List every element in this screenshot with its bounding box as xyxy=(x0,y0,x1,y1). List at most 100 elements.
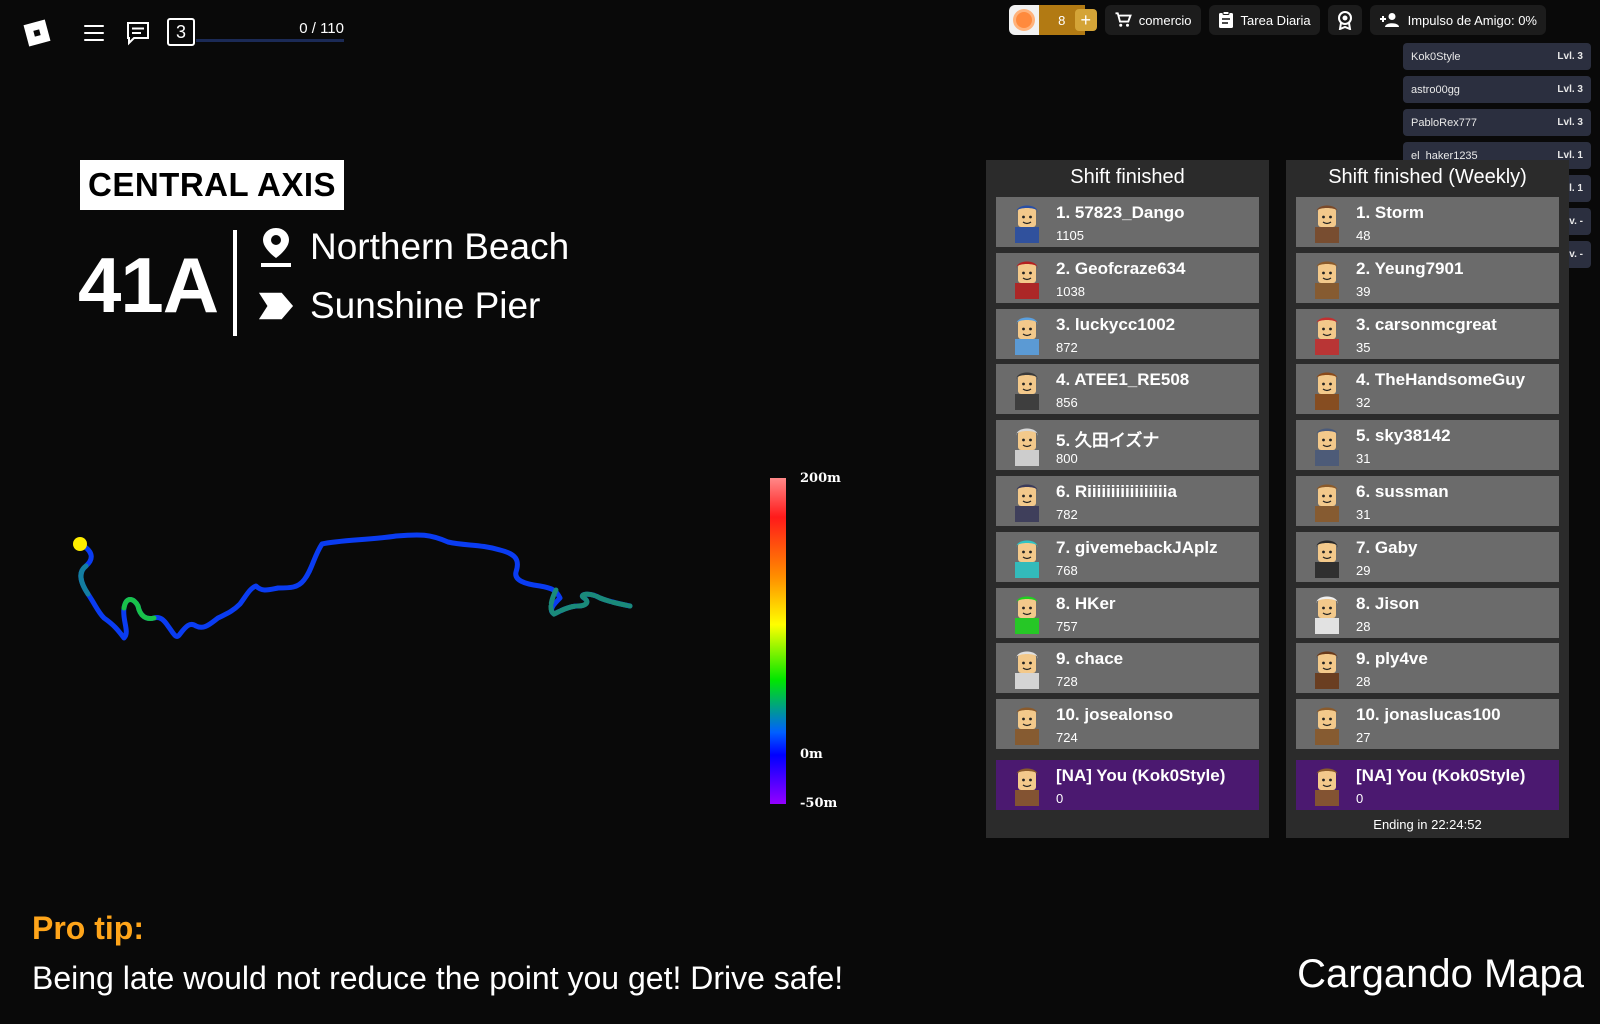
leaderboard-player-score: 28 xyxy=(1356,674,1371,690)
leaderboard-row: 6. Riiiiiiiiiiiiiiiiia 782 xyxy=(996,475,1259,526)
leaderboard-player-name: 2. Yeung7901 xyxy=(1356,258,1464,278)
leaderboard-player-name: 6. sussman xyxy=(1356,481,1449,501)
medal-icon xyxy=(1337,11,1352,30)
avatar xyxy=(1306,424,1348,467)
you-score: 0 xyxy=(1356,791,1364,806)
leaderboard-player-name: 10. josealonso xyxy=(1056,705,1174,725)
avatar xyxy=(1006,368,1048,411)
avatar xyxy=(1006,592,1048,634)
elevation-top-label: 200m xyxy=(800,471,841,486)
elevation-zero-label: 0m xyxy=(800,747,823,762)
shop-button[interactable]: comercio xyxy=(1104,5,1201,35)
leaderboard-player-score: 1038 xyxy=(1056,283,1085,299)
avatar xyxy=(1306,764,1348,806)
leaderboard-row: 5. sky38142 31 xyxy=(1296,420,1559,471)
leaderboard-row: 3. luckycc1002 872 xyxy=(996,308,1259,359)
plus-icon[interactable]: + xyxy=(1074,9,1097,31)
leaderboard-weekly: Shift finished (Weekly) 1. Storm 48 2. Yeu… xyxy=(1286,160,1569,838)
player-list-item[interactable]: Kok0Style Lvl. 3 xyxy=(1403,43,1591,70)
avatar xyxy=(1006,703,1048,746)
player-level: Lvl. 3 xyxy=(1557,117,1583,128)
leaderboard-player-name: 6. Riiiiiiiiiiiiiiiiia xyxy=(1056,481,1177,501)
avatar xyxy=(1006,764,1048,806)
leaderboard-player-name: 3. carsonmcgreat xyxy=(1356,314,1497,334)
route-path xyxy=(77,532,633,641)
avatar xyxy=(1006,313,1048,355)
cart-icon xyxy=(1115,12,1132,27)
avatar xyxy=(1006,647,1048,690)
pro-tip-text: Being late would not reduce the point yo… xyxy=(32,960,844,996)
player-name: PabloRex777 xyxy=(1411,116,1478,129)
pro-tip-label: Pro tip: xyxy=(32,910,144,946)
leaderboard-daily-title: Shift finished xyxy=(1070,166,1185,188)
leaderboard-ending-timer: Ending in 22:24:52 xyxy=(1373,817,1482,832)
leaderboard-player-name: 5. sky38142 xyxy=(1356,426,1451,446)
leaderboard-player-score: 29 xyxy=(1356,562,1371,578)
leaderboard-player-score: 1105 xyxy=(1056,228,1084,243)
leaderboard-row: 7. givemebackJAplz 768 xyxy=(996,531,1259,582)
route-path-green-segment xyxy=(121,597,157,621)
leaderboard-player-name: 8. Jison xyxy=(1356,593,1420,613)
daily-task-label: Tarea Diaria xyxy=(1240,12,1311,28)
leaderboard-row: 9. chace 728 xyxy=(996,643,1259,694)
route-path-teal-end xyxy=(548,587,633,617)
leaderboard-player-name: 5. 久田イズナ xyxy=(1056,431,1160,451)
start-marker xyxy=(73,537,87,551)
daily-task-button[interactable]: Tarea Diaria xyxy=(1208,5,1320,35)
player-list-item[interactable]: PabloRex777 Lvl. 3 xyxy=(1403,109,1591,136)
add-friend-icon xyxy=(1379,13,1399,27)
route-map xyxy=(73,532,633,641)
you-name: [NA] You (Kok0Style) xyxy=(1356,766,1526,785)
avatar xyxy=(1306,480,1348,522)
leaderboard-player-score: 31 xyxy=(1356,451,1371,467)
leaderboard-player-name: 7. Gaby xyxy=(1356,537,1418,557)
achievements-button[interactable] xyxy=(1327,5,1362,35)
elevation-bottom-label: -50m xyxy=(800,796,838,811)
leaderboard-player-name: 9. ply4ve xyxy=(1356,649,1428,669)
top-bar: 8 + comercio Tarea Diaria Impulso de Ami… xyxy=(1008,5,1546,35)
avatar xyxy=(1306,703,1348,746)
avatar xyxy=(1306,201,1348,243)
player-name: astro00gg xyxy=(1411,83,1460,96)
leaderboard-player-name: 2. Geofcraze634 xyxy=(1056,258,1186,278)
leaderboard-row: 6. sussman 31 xyxy=(1296,475,1559,526)
leaderboard-row: 5. 久田イズナ 800 xyxy=(996,420,1259,471)
player-list-item[interactable]: astro00gg Lvl. 3 xyxy=(1403,76,1591,103)
leaderboard-row: 8. HKer 757 xyxy=(996,587,1259,638)
avatar xyxy=(1306,313,1348,355)
avatar xyxy=(1306,592,1348,634)
friend-boost-label: Impulso de Amigo: 0% xyxy=(1407,12,1537,28)
leaderboard-player-score: 32 xyxy=(1356,395,1371,411)
leaderboard-row: 3. carsonmcgreat 35 xyxy=(1296,308,1559,359)
player-name: Kok0Style xyxy=(1411,50,1461,63)
leaderboard-player-score: 39 xyxy=(1356,283,1371,299)
leaderboard-row: 10. jonaslucas100 27 xyxy=(1296,699,1559,750)
sun-coin-icon xyxy=(1008,5,1039,35)
avatar xyxy=(1006,201,1048,243)
leaderboard-player-score: 782 xyxy=(1056,506,1078,522)
loading-map-text: Cargando Mapa xyxy=(1297,952,1584,996)
leaderboard-row: 10. josealonso 724 xyxy=(996,699,1259,750)
leaderboard-player-name: 1. Storm xyxy=(1356,203,1425,222)
leaderboard-player-score: 27 xyxy=(1356,730,1371,746)
friend-boost-button[interactable]: Impulso de Amigo: 0% xyxy=(1369,5,1546,35)
leaderboard-row: 4. TheHandsomeGuy 32 xyxy=(1296,364,1559,415)
leaderboard-daily-you-row: [NA] You (Kok0Style) 0 xyxy=(996,760,1259,810)
leaderboard-player-name: 8. HKer xyxy=(1056,593,1116,613)
leaderboard-player-score: 48 xyxy=(1356,228,1371,243)
leaderboard-player-name: 7. givemebackJAplz xyxy=(1056,537,1218,557)
coin-counter[interactable]: 8 + xyxy=(1008,5,1097,35)
leaderboard-row: 2. Geofcraze634 1038 xyxy=(996,252,1259,303)
leaderboard-player-score: 768 xyxy=(1056,562,1078,578)
shop-label: comercio xyxy=(1138,12,1192,28)
leaderboard-player-score: 724 xyxy=(1056,730,1078,746)
clipboard-icon xyxy=(1218,11,1233,28)
leaderboard-player-score: 800 xyxy=(1056,451,1078,467)
avatar xyxy=(1306,536,1348,578)
leaderboard-player-name: 10. jonaslucas100 xyxy=(1356,705,1501,725)
avatar xyxy=(1006,536,1048,578)
leaderboard-player-score: 872 xyxy=(1056,339,1078,355)
leaderboard-row: 2. Yeung7901 39 xyxy=(1296,252,1559,303)
leaderboard-daily: Shift finished 1. 57823_Dango 1105 2. Geof… xyxy=(986,160,1269,838)
avatar xyxy=(1006,257,1048,299)
